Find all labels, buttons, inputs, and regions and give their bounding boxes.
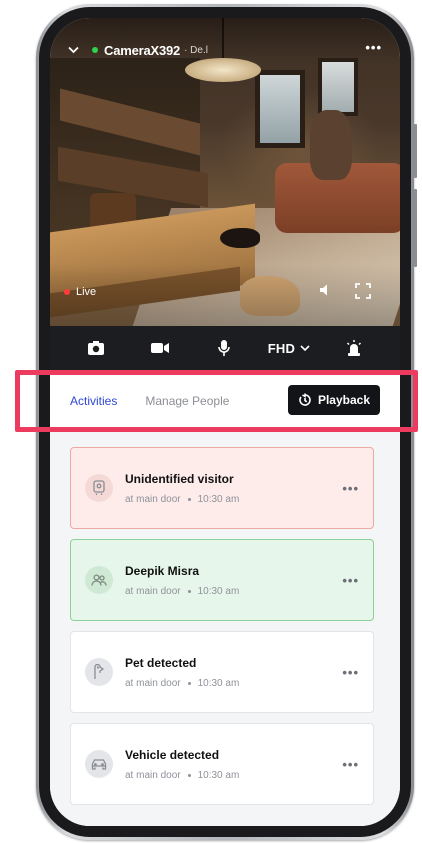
tab-manage-people[interactable]: Manage People: [145, 394, 229, 408]
camera-feed[interactable]: CameraX392 · De.l ••• Live: [50, 18, 400, 326]
phone-frame: CameraX392 · De.l ••• Live FHD Activitie…: [36, 4, 417, 840]
camera-subtitle: · De.l: [184, 44, 208, 56]
replay-icon: [299, 393, 311, 406]
live-label: Live: [76, 286, 97, 298]
camera-name[interactable]: CameraX392: [104, 43, 180, 58]
more-options-icon[interactable]: •••: [342, 481, 359, 496]
list-item[interactable]: Unidentified visitor at main door 10:30 …: [70, 447, 374, 529]
list-item[interactable]: Pet detected at main door 10:30 am •••: [70, 631, 374, 713]
online-status-dot: [92, 47, 98, 53]
event-title: Vehicle detected: [125, 747, 220, 762]
video-icon[interactable]: [140, 333, 180, 363]
event-title: Deepik Misra: [125, 563, 200, 578]
event-title: Unidentified visitor: [125, 471, 234, 486]
siren-icon[interactable]: [334, 333, 374, 363]
event-time: 10:30 am: [197, 493, 240, 505]
fhd-quality-select[interactable]: FHD: [268, 333, 310, 363]
activity-list: Unidentified visitor at main door 10:30 …: [50, 432, 400, 826]
car-icon: [85, 750, 113, 778]
feed-overlay: [50, 18, 400, 326]
more-options-icon[interactable]: •••: [342, 573, 359, 588]
meta-separator: [187, 681, 191, 685]
people-icon: [85, 566, 113, 594]
list-item[interactable]: Vehicle detected at main door 10:30 am •…: [70, 723, 374, 805]
tab-activities[interactable]: Activities: [70, 394, 117, 408]
camera-controls: FHD: [50, 326, 400, 370]
screen: CameraX392 · De.l ••• Live FHD Activitie…: [50, 18, 400, 826]
camera-header: CameraX392 · De.l •••: [50, 38, 400, 62]
more-options-icon[interactable]: •••: [342, 665, 359, 680]
activity-tabs: Activities Manage People Playback: [50, 370, 400, 432]
more-options-icon[interactable]: •••: [365, 40, 382, 55]
event-location: at main door: [125, 585, 181, 597]
event-title: Pet detected: [125, 655, 197, 670]
event-time: 10:30 am: [197, 677, 240, 689]
playback-label: Playback: [317, 393, 370, 407]
event-location: at main door: [125, 493, 181, 505]
meta-separator: [187, 497, 191, 501]
event-time: 10:30 am: [197, 769, 240, 781]
playback-button[interactable]: Playback: [287, 385, 380, 415]
more-options-icon[interactable]: •••: [342, 757, 359, 772]
live-dot: [64, 289, 70, 295]
list-item[interactable]: Deepik Misra at main door 10:30 am •••: [70, 539, 374, 621]
power-button: [414, 189, 417, 267]
volume-button: [414, 124, 417, 178]
camera-icon[interactable]: [76, 333, 116, 363]
live-indicator: Live: [64, 286, 96, 298]
fullscreen-icon[interactable]: [354, 282, 372, 305]
speaker-icon[interactable]: [318, 282, 334, 303]
chevron-down-icon[interactable]: [68, 43, 86, 57]
event-location: at main door: [125, 769, 181, 781]
meta-separator: [187, 589, 191, 593]
event-location: at main door: [125, 677, 181, 689]
event-time: 10:30 am: [197, 585, 240, 597]
visitor-icon: [85, 474, 113, 502]
quality-label: FHD: [267, 340, 296, 356]
meta-separator: [187, 773, 191, 777]
pet-icon: [85, 658, 113, 686]
mic-icon[interactable]: [204, 333, 244, 363]
